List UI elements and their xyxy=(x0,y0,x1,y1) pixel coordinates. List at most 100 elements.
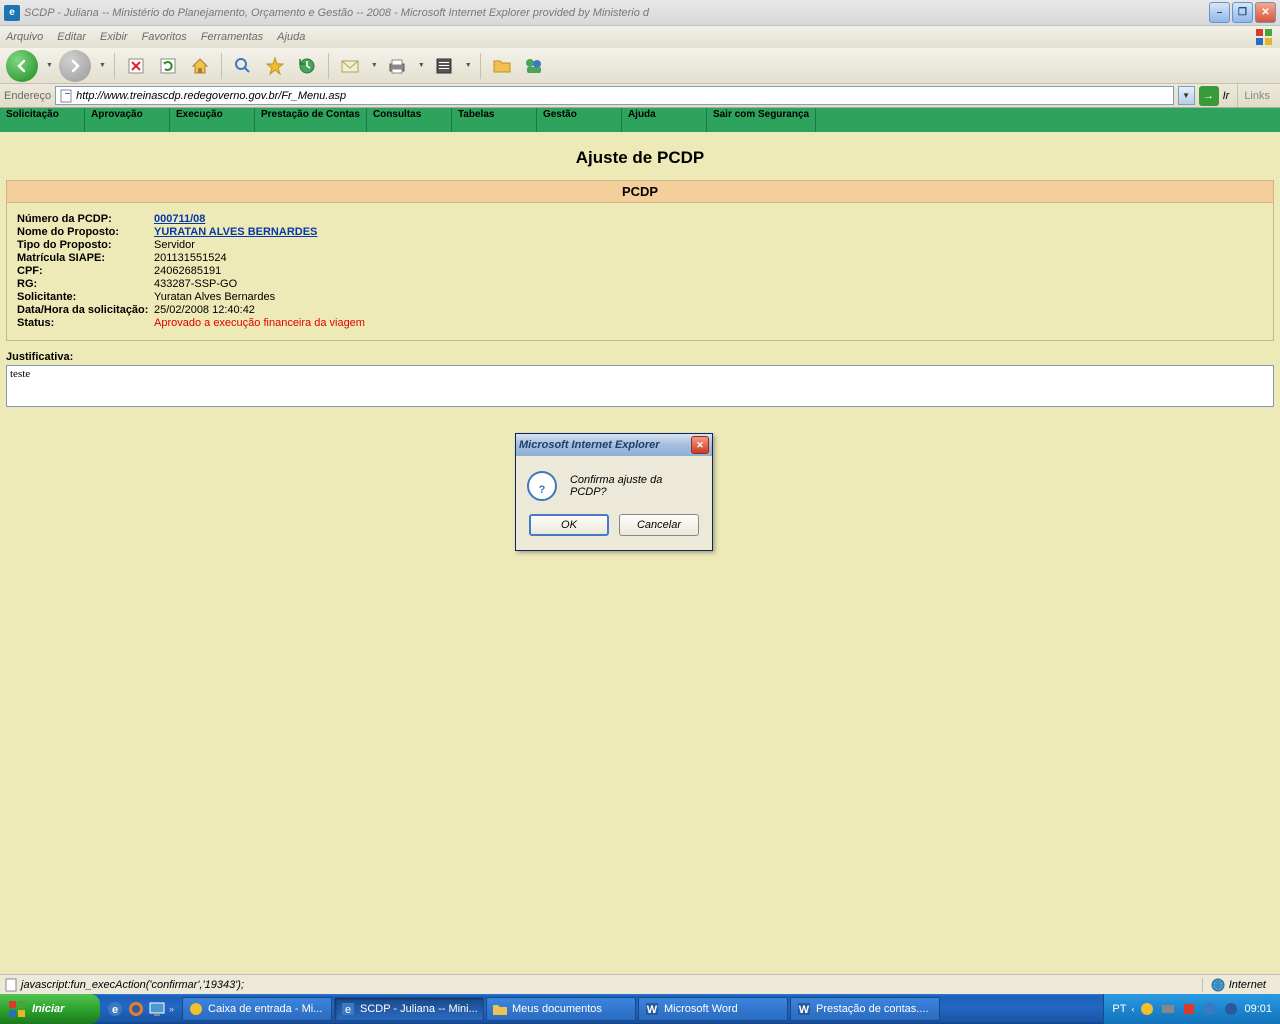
menu-consultas[interactable]: Consultas xyxy=(367,108,452,132)
task-word[interactable]: WMicrosoft Word xyxy=(638,997,788,1021)
edit-button[interactable] xyxy=(431,53,457,79)
browser-toolbar: ▼ ▼ ▼ ▼ ▼ xyxy=(0,48,1280,84)
menu-ferramentas[interactable]: Ferramentas xyxy=(201,31,263,43)
page-title: Ajuste de PCDP xyxy=(0,132,1280,180)
confirm-dialog: Microsoft Internet Explorer ✕ ? Confirma… xyxy=(515,433,713,551)
quick-launch: e » xyxy=(100,994,180,1024)
back-button[interactable] xyxy=(6,50,38,82)
globe-icon xyxy=(1211,978,1225,992)
pcdp-panel: PCDP Número da PCDP:000711/08 Nome do Pr… xyxy=(6,180,1274,341)
ql-chevron-icon[interactable]: » xyxy=(169,1004,174,1014)
menu-prestacao[interactable]: Prestação de Contas xyxy=(255,108,367,132)
svg-text:e: e xyxy=(345,1004,351,1016)
system-tray: PT ‹ 09:01 xyxy=(1103,994,1280,1024)
cpf-value: 24062685191 xyxy=(154,265,221,277)
close-button[interactable]: ✕ xyxy=(1255,2,1276,23)
status-text: javascript:fun_execAction('confirmar','1… xyxy=(21,979,1202,991)
solicitante-label: Solicitante: xyxy=(17,291,154,303)
maximize-button[interactable]: ❐ xyxy=(1232,2,1253,23)
task-prestacao[interactable]: WPrestação de contas.... xyxy=(790,997,940,1021)
mail-button[interactable] xyxy=(337,53,363,79)
clock[interactable]: 09:01 xyxy=(1244,1003,1272,1015)
go-button[interactable]: → xyxy=(1199,86,1219,106)
start-flag-icon xyxy=(8,1000,26,1018)
forward-dropdown-icon[interactable]: ▼ xyxy=(99,62,106,69)
matricula-value: 201131551524 xyxy=(154,252,227,264)
messenger-button[interactable] xyxy=(521,53,547,79)
window-titlebar: e SCDP - Juliana -- Ministério do Planej… xyxy=(0,0,1280,26)
numero-label: Número da PCDP: xyxy=(17,213,154,225)
address-bar: Endereço http://www.treinascdp.redegover… xyxy=(0,84,1280,108)
desktop-quicklaunch-icon[interactable] xyxy=(148,1000,166,1018)
tray-icon-5[interactable] xyxy=(1223,1001,1239,1017)
home-button[interactable] xyxy=(187,53,213,79)
print-button[interactable] xyxy=(384,53,410,79)
stop-button[interactable] xyxy=(123,53,149,79)
numero-link[interactable]: 000711/08 xyxy=(154,213,205,225)
dialog-message: Confirma ajuste da PCDP? xyxy=(570,474,702,498)
mail-dropdown-icon[interactable]: ▼ xyxy=(371,62,378,69)
tray-icon-3[interactable] xyxy=(1181,1001,1197,1017)
start-label: Iniciar xyxy=(32,1003,64,1015)
task-buttons: Caixa de entrada - Mi... eSCDP - Juliana… xyxy=(180,994,1103,1024)
dialog-close-button[interactable]: ✕ xyxy=(691,436,709,454)
folder-button[interactable] xyxy=(489,53,515,79)
cancel-button[interactable]: Cancelar xyxy=(619,514,699,536)
tray-icon-4[interactable] xyxy=(1202,1001,1218,1017)
ie-icon: e xyxy=(4,5,20,21)
menu-tabelas[interactable]: Tabelas xyxy=(452,108,537,132)
task-inbox[interactable]: Caixa de entrada - Mi... xyxy=(182,997,332,1021)
nome-label: Nome do Proposto: xyxy=(17,226,154,238)
menu-exibir[interactable]: Exibir xyxy=(100,31,128,43)
page-content: Ajuste de PCDP PCDP Número da PCDP:00071… xyxy=(0,132,1280,974)
search-button[interactable] xyxy=(230,53,256,79)
menu-ajuda-app[interactable]: Ajuda xyxy=(622,108,707,132)
menu-aprovacao[interactable]: Aprovação xyxy=(85,108,170,132)
start-button[interactable]: Iniciar xyxy=(0,994,100,1024)
panel-header: PCDP xyxy=(7,181,1273,203)
links-label[interactable]: Links xyxy=(1237,84,1276,107)
menu-editar[interactable]: Editar xyxy=(57,31,86,43)
menu-ajuda[interactable]: Ajuda xyxy=(277,31,305,43)
status-page-icon xyxy=(4,978,18,992)
ok-button[interactable]: OK xyxy=(529,514,609,536)
favorites-button[interactable] xyxy=(262,53,288,79)
print-dropdown-icon[interactable]: ▼ xyxy=(418,62,425,69)
refresh-button[interactable] xyxy=(155,53,181,79)
url-dropdown-button[interactable]: ▼ xyxy=(1178,86,1195,105)
task-scdp[interactable]: eSCDP - Juliana -- Mini... xyxy=(334,997,484,1021)
firefox-quicklaunch-icon[interactable] xyxy=(127,1000,145,1018)
nome-link[interactable]: YURATAN ALVES BERNARDES xyxy=(154,226,317,238)
menu-gestao[interactable]: Gestão xyxy=(537,108,622,132)
justificativa-textarea[interactable] xyxy=(6,365,1274,407)
menu-arquivo[interactable]: Arquivo xyxy=(6,31,43,43)
ie-quicklaunch-icon[interactable]: e xyxy=(106,1000,124,1018)
dialog-titlebar: Microsoft Internet Explorer ✕ xyxy=(516,434,712,456)
tray-icon-2[interactable] xyxy=(1160,1001,1176,1017)
status-value: Aprovado a execução financeira da viagem xyxy=(154,317,365,329)
windows-logo-icon xyxy=(1254,27,1274,47)
forward-button xyxy=(59,50,91,82)
tray-chevron-icon[interactable]: ‹ xyxy=(1131,1004,1134,1014)
window-buttons: – ❐ ✕ xyxy=(1209,2,1276,23)
zone-text: Internet xyxy=(1229,979,1266,991)
history-button[interactable] xyxy=(294,53,320,79)
dialog-title: Microsoft Internet Explorer xyxy=(519,439,691,451)
svg-text:?: ? xyxy=(539,484,546,496)
svg-text:e: e xyxy=(112,1004,118,1016)
minimize-button[interactable]: – xyxy=(1209,2,1230,23)
back-dropdown-icon[interactable]: ▼ xyxy=(46,62,53,69)
menu-sair[interactable]: Sair com Segurança xyxy=(707,108,816,132)
panel-body: Número da PCDP:000711/08 Nome do Propost… xyxy=(7,203,1273,340)
menu-favoritos[interactable]: Favoritos xyxy=(142,31,187,43)
url-input[interactable]: http://www.treinascdp.redegoverno.gov.br… xyxy=(55,86,1173,105)
menu-solicitacao[interactable]: Solicitação xyxy=(0,108,85,132)
edit-dropdown-icon[interactable]: ▼ xyxy=(465,62,472,69)
question-icon: ? xyxy=(526,470,558,502)
status-label: Status: xyxy=(17,317,154,329)
menu-execucao[interactable]: Execução xyxy=(170,108,255,132)
task-meusdocs[interactable]: Meus documentos xyxy=(486,997,636,1021)
lang-indicator[interactable]: PT xyxy=(1112,1003,1126,1015)
tray-icon-1[interactable] xyxy=(1139,1001,1155,1017)
matricula-label: Matrícula SIAPE: xyxy=(17,252,154,264)
